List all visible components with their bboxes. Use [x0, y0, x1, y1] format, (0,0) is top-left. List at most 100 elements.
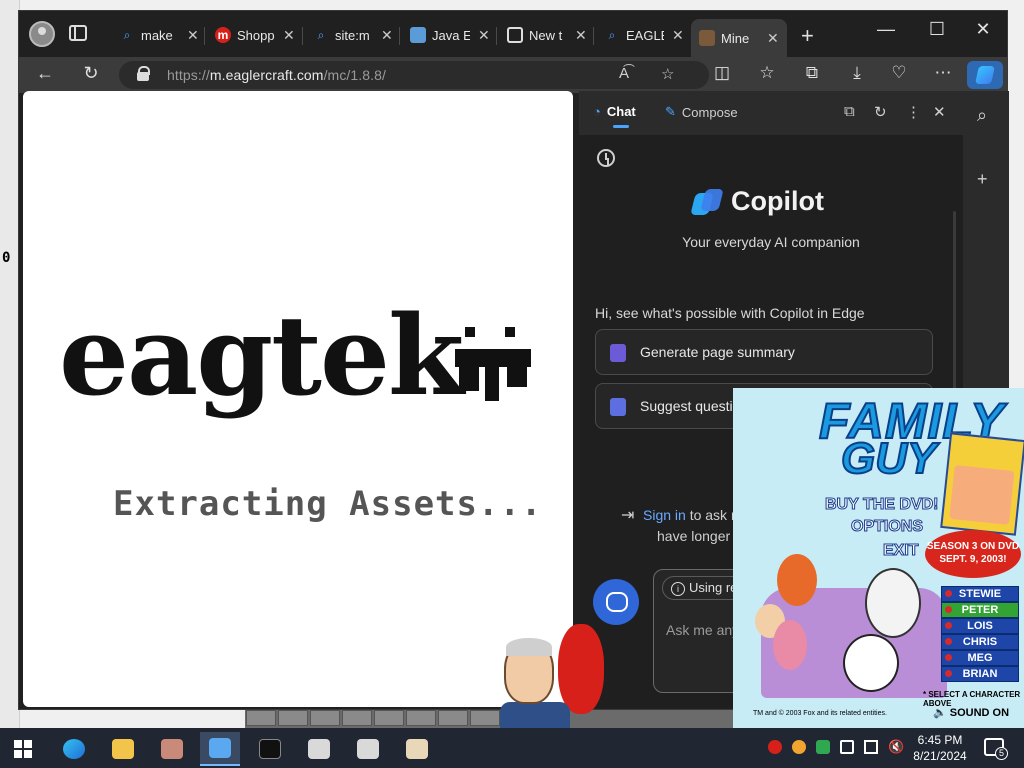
taskbar-explorer[interactable] [103, 732, 143, 766]
volume-muted-icon[interactable]: 🔇 [888, 740, 904, 754]
tab-java-edition[interactable]: Java E ✕ [402, 19, 498, 51]
desktop-mascot[interactable] [500, 624, 608, 728]
minimize-button[interactable]: — [871, 19, 901, 40]
tab-compose[interactable]: ✎ Compose [665, 104, 738, 120]
tab-minecraft[interactable]: Mine ✕ [691, 19, 787, 57]
new-topic-button[interactable] [593, 579, 639, 625]
back-button[interactable]: ← [33, 63, 57, 84]
profile-avatar[interactable] [29, 21, 55, 47]
tab-make[interactable]: ⌕ make ✕ [111, 19, 207, 51]
characters-app-icon [161, 739, 183, 759]
character-meg[interactable]: MEG [941, 650, 1019, 666]
close-icon[interactable]: ✕ [767, 30, 779, 47]
taskbar-terminal[interactable] [250, 732, 290, 766]
character-lois[interactable]: LOIS [941, 618, 1019, 634]
dvd-cover-image [940, 432, 1024, 536]
history-icon[interactable] [597, 149, 615, 167]
cube-icon [410, 27, 426, 43]
family-guy-ad[interactable]: FAMILY GUY BUY THE DVD! OPTIONS EXIT SEA… [733, 388, 1024, 728]
url-scheme: https:// [167, 67, 210, 83]
close-icon[interactable]: ✕ [381, 27, 393, 44]
tab-label: EAGLE [626, 27, 664, 43]
search-tray-icon[interactable] [792, 740, 806, 754]
character-brian[interactable]: BRIAN [941, 666, 1019, 682]
web-page[interactable]: eagtek Extracting Assets... [23, 91, 573, 707]
tab-site-search[interactable]: ⌕ site:m ✕ [305, 19, 401, 51]
tab-eagler[interactable]: ⌕ EAGLE ✕ [596, 19, 692, 51]
more-options-icon[interactable]: ⋮ [906, 103, 921, 121]
app-icon [357, 739, 379, 759]
more-menu-icon[interactable]: ⋯ [931, 63, 955, 83]
character-stewie[interactable]: STEWIE [941, 586, 1019, 602]
refresh-icon[interactable]: ↻ [874, 103, 887, 121]
close-icon[interactable]: ✕ [187, 27, 199, 44]
favorites-icon[interactable]: ☆ [755, 63, 779, 83]
heart-extension-icon[interactable]: ♡ [887, 63, 911, 83]
maximize-button[interactable]: ☐ [922, 19, 952, 40]
favorite-star-icon[interactable]: ☆ [661, 65, 674, 83]
notification-center-icon[interactable]: 5 [984, 738, 1008, 760]
tab-chat[interactable]: ◔ Chat [593, 104, 636, 128]
close-icon[interactable]: ✕ [478, 27, 490, 44]
tab-label: New t [529, 27, 563, 43]
sign-in-link[interactable]: Sign in [643, 507, 686, 523]
compose-icon: ✎ [665, 104, 676, 119]
downloads-icon[interactable]: ⤓ [845, 63, 869, 83]
sound-toggle[interactable]: 🔈 SOUND ON [933, 706, 1009, 719]
background-digit: 0 [2, 250, 11, 266]
new-tab-button[interactable]: + [801, 23, 814, 49]
lock-icon[interactable] [137, 66, 150, 81]
exit-link[interactable]: EXIT [883, 542, 920, 560]
taskbar-app-1[interactable] [299, 732, 339, 766]
search-icon: ⌕ [123, 27, 131, 42]
chat-input-placeholder: Ask me anyt [666, 622, 744, 638]
collections-icon[interactable]: ⧉ [800, 63, 824, 83]
m-badge-icon: m [215, 27, 231, 43]
tab-separator [593, 27, 594, 45]
taskbar-java[interactable] [397, 732, 437, 766]
hotbar-slot [438, 710, 468, 726]
taskbar-app-characters[interactable] [152, 732, 192, 766]
split-screen-icon[interactable]: ◫ [710, 63, 734, 83]
url-host: m.eaglercraft.com [209, 67, 324, 83]
folder-icon [112, 739, 134, 759]
close-icon[interactable]: ✕ [283, 27, 295, 44]
window-close-button[interactable]: ✕ [968, 19, 998, 40]
sign-in-icon: ⇥ [621, 507, 635, 524]
ad-title-line2: GUY [840, 433, 937, 484]
close-icon[interactable]: ✕ [672, 27, 684, 44]
tab-actions-icon[interactable] [69, 25, 87, 41]
tab-new-tab[interactable]: New t ✕ [499, 19, 595, 51]
close-icon[interactable]: ✕ [933, 103, 946, 121]
generate-summary-button[interactable]: Generate page summary [595, 329, 933, 375]
search-icon: ⌕ [608, 27, 616, 42]
copilot-logo-icon [690, 187, 724, 217]
options-link[interactable]: OPTIONS [850, 518, 923, 536]
taskbar-app-2[interactable] [348, 732, 388, 766]
add-icon[interactable]: + [977, 169, 988, 190]
taskbar-edge[interactable] [54, 732, 94, 766]
copilot-tagline: Your everyday AI companion [682, 234, 860, 250]
refresh-button[interactable]: ↻ [79, 63, 103, 84]
windows-start-icon[interactable] [14, 740, 32, 758]
tray-app-icon[interactable] [768, 740, 782, 754]
tab-shopping[interactable]: m Shopp ✕ [207, 19, 303, 51]
tab-label: make [141, 27, 173, 43]
copilot-toggle-button[interactable] [967, 61, 1003, 89]
network-icon[interactable] [864, 740, 878, 754]
battery-icon[interactable] [840, 740, 854, 754]
taskbar-paint[interactable] [200, 732, 240, 766]
tab-label: Shopp [237, 27, 275, 43]
tab-label: Mine [721, 30, 750, 46]
close-icon[interactable]: ✕ [575, 27, 587, 44]
security-shield-icon[interactable] [816, 740, 830, 754]
search-icon[interactable]: ⌕ [977, 105, 987, 126]
copilot-brand: Copilot [731, 186, 824, 216]
buy-dvd-link[interactable]: BUY THE DVD! [825, 496, 939, 514]
address-bar[interactable]: https://m.eaglercraft.com/mc/1.8.8/ A͡ ☆ [119, 61, 709, 89]
character-peter[interactable]: PETER [941, 602, 1019, 618]
read-aloud-icon[interactable]: A͡ [619, 65, 629, 82]
character-chris[interactable]: CHRIS [941, 634, 1019, 650]
open-in-new-icon[interactable]: ⧉ [844, 103, 855, 120]
system-clock[interactable]: 6:45 PM 8/21/2024 [908, 732, 972, 764]
